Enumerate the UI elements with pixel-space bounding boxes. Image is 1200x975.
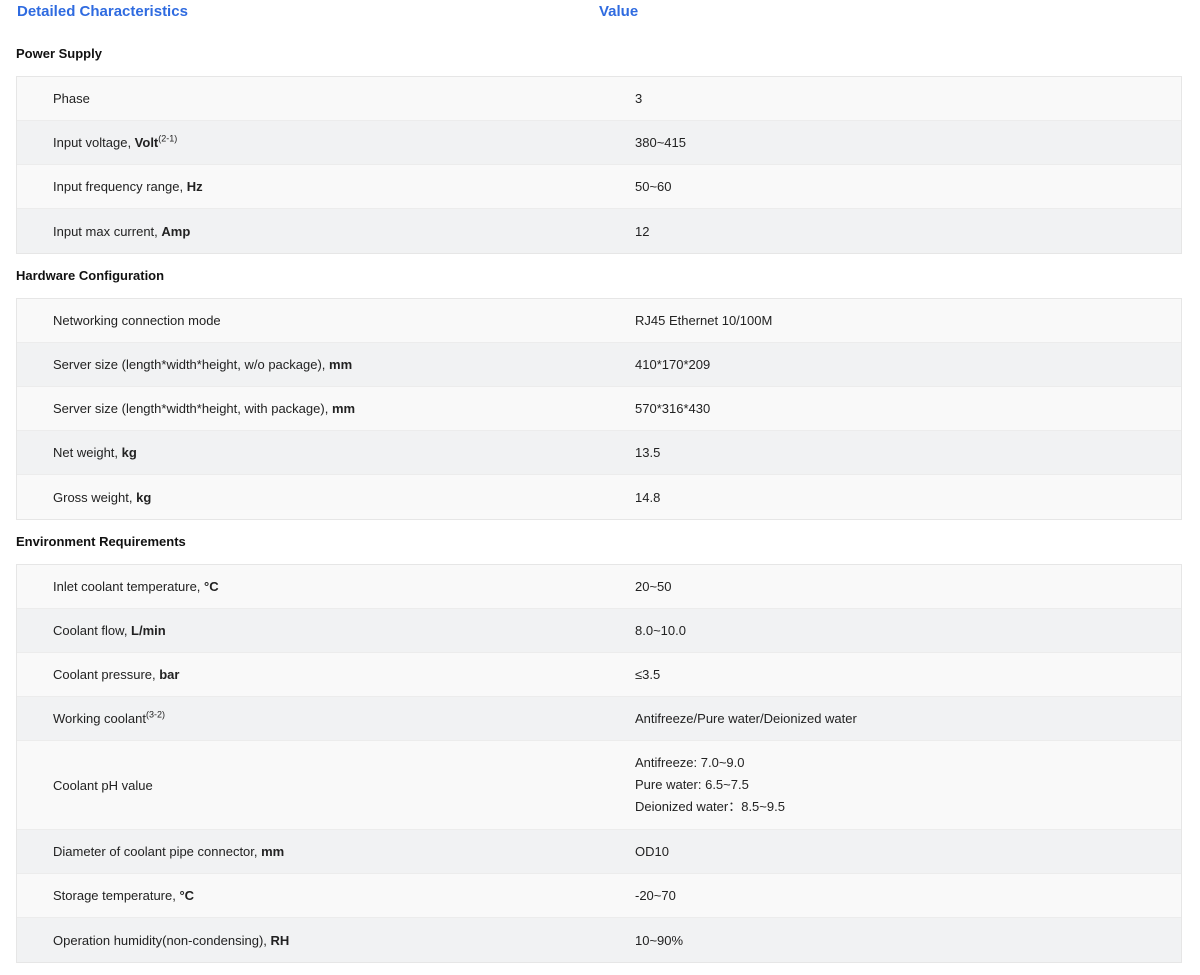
value-cell: 570*316*430	[635, 401, 711, 416]
section-title: Power Supply	[16, 46, 102, 61]
label-text: Input max current,	[53, 223, 162, 239]
label-text: Net weight,	[53, 445, 122, 460]
characteristic-label: Server size (length*width*height, with p…	[17, 401, 599, 416]
table-row: Input max current, Amp 12	[17, 209, 1181, 253]
table-row: Net weight, kg 13.5	[17, 431, 1181, 475]
table-row: Storage temperature, °C -20~70	[17, 874, 1181, 918]
characteristic-label: Input voltage, Volt(2-1)	[17, 133, 599, 150]
value-cell: 13.5	[635, 445, 661, 460]
label-text: Storage temperature,	[53, 888, 180, 903]
unit-text: kg	[136, 489, 152, 505]
table-row: Networking connection mode RJ45 Ethernet …	[17, 299, 1181, 343]
characteristic-label: Inlet coolant temperature, °C	[17, 579, 599, 594]
label-text: Diameter of coolant pipe connector,	[53, 844, 262, 859]
column-header-characteristics: Detailed Characteristics	[17, 3, 188, 20]
table-row: Coolant flow, L/min 8.0~10.0	[17, 609, 1181, 653]
value-line: Deionized water：8.5~9.5	[635, 799, 785, 814]
unit-text: Amp	[161, 223, 191, 239]
value-cell: RJ45 Ethernet 10/100M	[635, 313, 773, 328]
footnote-ref: (3-2)	[145, 709, 165, 720]
label-text: Operation humidity(non-condensing),	[53, 932, 271, 948]
value-cell: 410*170*209	[635, 357, 711, 372]
table-header: Detailed Characteristics Value	[0, 3, 1200, 21]
footnote-ref: (2-1)	[158, 133, 178, 144]
unit-text: °C	[179, 888, 195, 903]
unit-text: °C	[204, 579, 219, 594]
table-row: Inlet coolant temperature, °C 20~50	[17, 565, 1181, 609]
table-row: Operation humidity(non-condensing), RH 10…	[17, 918, 1181, 962]
unit-text: mm	[261, 844, 285, 859]
table-row: Diameter of coolant pipe connector, mm OD…	[17, 830, 1181, 874]
value-cell: 12	[635, 223, 650, 239]
table-row: Working coolant(3-2) Antifreeze/Pure wate…	[17, 697, 1181, 741]
characteristic-label: Diameter of coolant pipe connector, mm	[17, 844, 599, 859]
characteristic-label: Storage temperature, °C	[17, 888, 599, 903]
value-cell: 3	[635, 91, 643, 106]
characteristic-label: Operation humidity(non-condensing), RH	[17, 933, 599, 948]
unit-text: bar	[159, 667, 180, 682]
table-row: Coolant pressure, bar ≤3.5	[17, 653, 1181, 697]
characteristic-label: Input max current, Amp	[17, 224, 599, 239]
characteristic-label: Coolant pH value	[17, 778, 599, 793]
unit-text: Volt	[134, 135, 159, 150]
table-row: Server size (length*width*height, with p…	[17, 387, 1181, 431]
characteristic-label: Server size (length*width*height, w/o pa…	[17, 357, 599, 372]
unit-text: mm	[329, 357, 353, 372]
characteristic-label: Input frequency range, Hz	[17, 179, 599, 194]
label-text: Gross weight,	[53, 489, 137, 505]
table-row: Server size (length*width*height, w/o pa…	[17, 343, 1181, 387]
value-cell: 50~60	[635, 179, 672, 194]
table-row: Coolant pH value Antifreeze: 7.0~9.0 Pure …	[17, 741, 1181, 830]
spec-table: Phase 3 Input voltage, Volt(2-1) 380~415 Inp…	[16, 76, 1182, 254]
value-line: Pure water: 6.5~7.5	[635, 777, 749, 792]
spec-table: Inlet coolant temperature, °C 20~50 Coolan…	[16, 564, 1182, 963]
value-line: Antifreeze: 7.0~9.0	[635, 755, 745, 770]
table-row: Input voltage, Volt(2-1) 380~415	[17, 121, 1181, 165]
label-text: Networking connection mode	[53, 313, 221, 328]
characteristic-label: Coolant flow, L/min	[17, 623, 599, 638]
unit-text: L/min	[131, 623, 166, 638]
value-cell: 10~90%	[635, 932, 684, 948]
value-cell: 380~415	[635, 135, 686, 150]
value-cell: 14.8	[635, 489, 661, 505]
label-text: Server size (length*width*height, with p…	[53, 401, 332, 416]
unit-text: RH	[270, 932, 290, 948]
label-text: Coolant flow,	[53, 623, 132, 638]
characteristic-label: Net weight, kg	[17, 445, 599, 460]
characteristic-label: Gross weight, kg	[17, 490, 599, 505]
table-row: Input frequency range, Hz 50~60	[17, 165, 1181, 209]
characteristic-label: Networking connection mode	[17, 313, 599, 328]
label-text: Coolant pressure,	[53, 667, 160, 682]
characteristic-label: Phase	[17, 91, 599, 106]
characteristic-label: Coolant pressure, bar	[17, 667, 599, 682]
section-title: Environment Requirements	[16, 534, 186, 549]
label-text: Phase	[53, 91, 90, 106]
label-text: Inlet coolant temperature,	[53, 579, 205, 594]
unit-text: mm	[331, 401, 356, 416]
value-cell: Antifreeze/Pure water/Deionized water	[635, 711, 857, 726]
unit-text: Hz	[186, 179, 203, 194]
section-title: Hardware Configuration	[16, 268, 165, 283]
value-cell: 20~50	[635, 579, 672, 594]
label-text: Working coolant	[53, 711, 146, 726]
value-cell: -20~70	[635, 888, 676, 903]
unit-text: kg	[121, 445, 137, 460]
label-text: Input frequency range,	[53, 179, 187, 194]
table-row: Phase 3	[17, 77, 1181, 121]
value-cell: OD10	[635, 844, 669, 859]
value-cell: Antifreeze: 7.0~9.0 Pure water: 6.5~7.5 De…	[599, 752, 1181, 818]
spec-table: Networking connection mode RJ45 Ethernet …	[16, 298, 1182, 520]
spec-sections: Power Supply Phase 3 Input voltage, Volt(2-…	[0, 32, 1200, 963]
value-cell: ≤3.5	[635, 667, 661, 682]
label-text: Input voltage,	[53, 135, 135, 150]
table-row: Gross weight, kg 14.8	[17, 475, 1181, 519]
column-header-value: Value	[599, 3, 639, 20]
label-text: Server size (length*width*height, w/o pa…	[53, 357, 330, 372]
value-cell: 8.0~10.0	[635, 623, 686, 638]
characteristic-label: Working coolant(3-2)	[17, 709, 599, 726]
label-text: Coolant pH value	[53, 777, 153, 793]
